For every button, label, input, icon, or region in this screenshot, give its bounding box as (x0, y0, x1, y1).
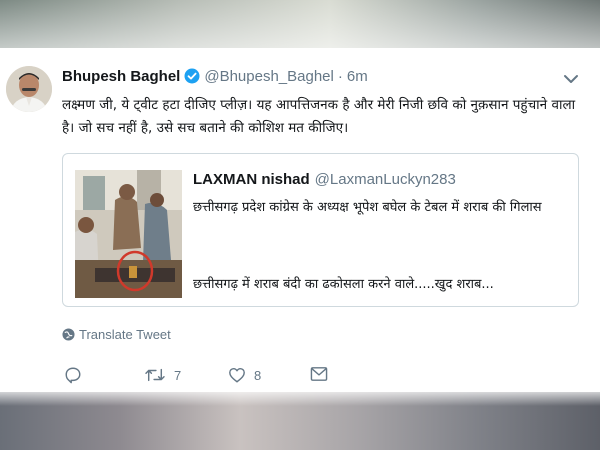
background-photo-bottom (0, 392, 600, 450)
separator-dot: · (337, 67, 343, 85)
quoted-tweet-photo[interactable] (75, 170, 182, 298)
retweet-button[interactable]: 7 (144, 366, 181, 384)
message-icon (310, 367, 328, 381)
quoted-author-handle[interactable]: @LaxmanLuckyn283 (315, 171, 456, 188)
tweet-header: Bhupesh Baghel @Bhupesh_Baghel · 6m (62, 66, 368, 86)
retweet-icon (145, 368, 165, 382)
translate-tweet-link[interactable]: Translate Tweet (62, 327, 171, 342)
quoted-author-name[interactable]: LAXMAN nishad (193, 171, 310, 188)
background-photo-top (0, 0, 600, 48)
author-avatar[interactable] (6, 66, 52, 112)
chevron-down-icon[interactable] (563, 72, 579, 84)
author-name[interactable]: Bhupesh Baghel (62, 68, 180, 85)
retweet-count: 7 (174, 367, 182, 383)
reply-button[interactable] (64, 366, 82, 384)
tweet-card[interactable]: Bhupesh Baghel @Bhupesh_Baghel · 6m लक्ष… (0, 48, 600, 392)
reply-icon (65, 367, 81, 384)
translate-tweet-label: Translate Tweet (79, 327, 171, 342)
quoted-tweet-text-2: छत्तीसगढ़ में शराब बंदी का ढकोसला करने व… (193, 277, 494, 292)
quoted-tweet[interactable]: LAXMAN nishad @LaxmanLuckyn283 छत्तीसगढ़… (62, 153, 579, 307)
quoted-tweet-header: LAXMAN nishad @LaxmanLuckyn283 (193, 171, 456, 188)
like-count: 8 (254, 367, 262, 383)
quoted-tweet-text-1: छत्तीसगढ़ प्रदेश कांग्रेस के अध्यक्ष भूप… (193, 200, 542, 215)
direct-message-button[interactable] (310, 366, 328, 382)
like-button[interactable]: 8 (228, 366, 261, 384)
author-handle[interactable]: @Bhupesh_Baghel (204, 68, 334, 85)
tweet-text: लक्ष्मण जी, ये ट्वीट हटा दीजिए प्लीज़। य… (62, 97, 576, 136)
verified-badge-icon (184, 68, 200, 84)
tweet-actions: 7 8 (62, 366, 362, 386)
tweet-timestamp[interactable]: 6m (347, 68, 368, 85)
globe-icon (62, 328, 75, 341)
like-icon (229, 367, 245, 383)
